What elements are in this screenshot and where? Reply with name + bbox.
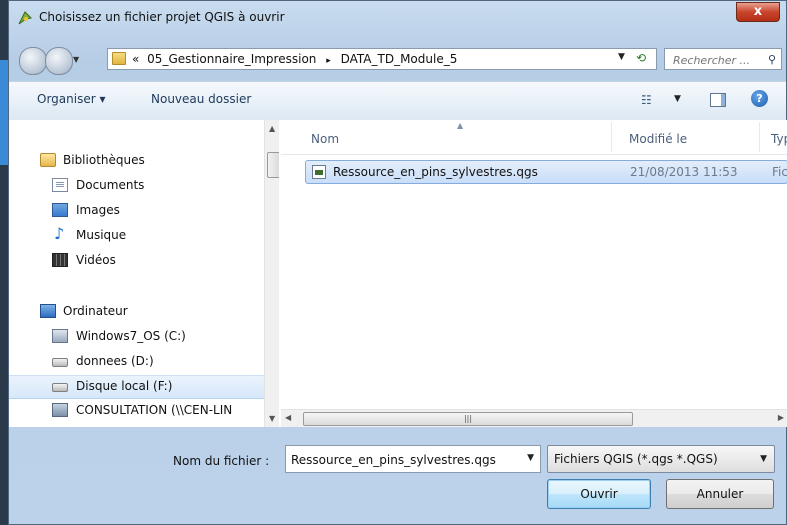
file-list: ▲ Nom Modifié le Typ Ressource_en_pins_s… xyxy=(281,120,787,427)
images-icon xyxy=(52,203,68,217)
library-icon xyxy=(40,153,56,167)
nav-item-label: Musique xyxy=(76,228,127,242)
close-button[interactable]: x xyxy=(736,2,780,22)
window-title: Choisissez un fichier projet QGIS à ouvr… xyxy=(39,10,285,24)
organize-button[interactable]: Organiser ▾ xyxy=(37,92,105,106)
filename-history-chevron-icon[interactable]: ▼ xyxy=(527,453,534,463)
view-options-chevron-icon[interactable]: ▼ xyxy=(674,94,681,104)
column-divider[interactable] xyxy=(759,122,760,152)
refresh-icon[interactable]: ⟲ xyxy=(636,51,654,67)
breadcrumb-overflow[interactable]: « xyxy=(132,52,139,66)
column-header-modified[interactable]: Modifié le xyxy=(629,132,687,146)
nav-item-drive-f[interactable]: Disque local (F:) xyxy=(9,375,264,399)
computer-icon xyxy=(40,304,56,318)
nav-item-drive-d[interactable]: donnees (D:) xyxy=(9,351,264,373)
folder-icon xyxy=(112,52,126,65)
qgis-icon xyxy=(18,11,33,25)
column-header-type[interactable]: Typ xyxy=(771,132,787,146)
file-type: Fich xyxy=(772,165,787,179)
scroll-left-icon[interactable]: ◀ xyxy=(285,413,291,422)
nav-item-label: Windows7_OS (C:) xyxy=(76,329,186,343)
nav-item-label: donnees (D:) xyxy=(76,354,154,368)
recent-locations-chevron-icon[interactable]: ▼ xyxy=(73,55,79,64)
column-headers: ▲ Nom Modifié le Typ xyxy=(281,120,787,155)
nav-item-drive-c[interactable]: Windows7_OS (C:) xyxy=(9,326,264,348)
column-header-name[interactable]: Nom xyxy=(311,132,339,146)
nav-item-computer[interactable]: Ordinateur xyxy=(9,301,264,323)
nav-item-label: Documents xyxy=(76,178,145,192)
preview-pane-icon[interactable] xyxy=(710,93,726,107)
address-bar[interactable]: « 05_Gestionnaire_Impression ▸ DATA_TD_M… xyxy=(107,48,657,70)
nav-item-label: Bibliothèques xyxy=(63,153,145,167)
title-bar[interactable]: Choisissez un fichier projet QGIS à ouvr… xyxy=(9,1,786,35)
videos-icon xyxy=(52,253,68,267)
forward-button[interactable] xyxy=(45,47,73,75)
address-row: ▼ « 05_Gestionnaire_Impression ▸ DATA_TD… xyxy=(9,41,786,77)
back-button[interactable] xyxy=(19,47,47,75)
scroll-right-icon[interactable]: ▶ xyxy=(778,413,784,422)
filetype-value: Fichiers QGIS (*.qgs *.QGS) xyxy=(554,452,718,466)
nav-item-label: Ordinateur xyxy=(63,304,128,318)
file-row[interactable]: Ressource_en_pins_sylvestres.qgs 21/08/2… xyxy=(305,160,787,184)
open-file-dialog: Choisissez un fichier projet QGIS à ouvr… xyxy=(8,0,787,525)
search-icon[interactable]: ⚲ xyxy=(768,53,776,66)
nav-item-label: Vidéos xyxy=(76,253,116,267)
drive-icon xyxy=(52,358,68,367)
nav-item-label: Images xyxy=(76,203,120,217)
filename-label: Nom du fichier : xyxy=(173,454,270,468)
new-folder-button[interactable]: Nouveau dossier xyxy=(151,92,251,106)
filetype-select[interactable]: Fichiers QGIS (*.qgs *.QGS) ▼ xyxy=(547,445,775,473)
help-icon[interactable]: ? xyxy=(751,90,768,107)
cancel-button[interactable]: Annuler xyxy=(666,479,774,509)
network-drive-icon xyxy=(52,403,68,417)
file-name: Ressource_en_pins_sylvestres.qgs xyxy=(333,165,538,179)
qgs-file-icon xyxy=(312,165,326,179)
breadcrumb-separator[interactable]: ▸ xyxy=(326,56,331,66)
breadcrumb-item[interactable]: 05_Gestionnaire_Impression xyxy=(147,52,316,66)
view-options-icon[interactable]: ☷ xyxy=(641,93,652,107)
scroll-up-icon[interactable]: ▲ xyxy=(269,124,275,133)
nav-item-documents[interactable]: Documents xyxy=(9,175,264,197)
search-input[interactable] xyxy=(671,50,763,70)
music-icon xyxy=(52,224,68,243)
filename-input[interactable] xyxy=(289,448,515,472)
scroll-thumb[interactable]: ||| xyxy=(303,412,633,426)
sort-ascending-icon: ▲ xyxy=(457,121,464,130)
scroll-down-icon[interactable]: ▼ xyxy=(269,414,275,423)
nav-item-label: Disque local (F:) xyxy=(76,379,173,393)
nav-item-videos[interactable]: Vidéos xyxy=(9,250,264,272)
drive-icon xyxy=(52,383,68,392)
breadcrumb-item[interactable]: DATA_TD_Module_5 xyxy=(341,52,458,66)
documents-icon xyxy=(52,178,68,192)
horizontal-scrollbar[interactable]: ◀ ||| ▶ xyxy=(281,409,787,427)
nav-item-images[interactable]: Images xyxy=(9,200,264,222)
chevron-down-icon: ▼ xyxy=(760,454,767,464)
nav-item-label: CONSULTATION (\\CEN-LIN xyxy=(76,403,233,417)
scroll-thumb[interactable] xyxy=(267,152,279,178)
search-box: ⚲ xyxy=(664,48,782,70)
navigation-pane: Bibliothèques Documents Images Musique V… xyxy=(9,120,279,427)
breadcrumb: « 05_Gestionnaire_Impression ▸ DATA_TD_M… xyxy=(132,52,457,66)
nav-item-network-drive[interactable]: CONSULTATION (\\CEN-LIN xyxy=(9,400,264,422)
filename-combobox: ▼ xyxy=(285,445,541,473)
nav-item-libraries[interactable]: Bibliothèques xyxy=(9,150,264,172)
open-button[interactable]: Ouvrir xyxy=(547,479,651,509)
address-history-chevron-icon[interactable]: ▼ xyxy=(618,52,625,62)
dialog-body: Bibliothèques Documents Images Musique V… xyxy=(9,120,787,427)
column-divider[interactable] xyxy=(611,122,612,152)
command-bar: Organiser ▾ Nouveau dossier ☷ ▼ ? xyxy=(9,81,786,121)
navigation-scrollbar[interactable]: ▲ ▼ xyxy=(264,120,279,427)
os-drive-icon xyxy=(52,329,68,343)
nav-item-music[interactable]: Musique xyxy=(9,224,264,247)
file-modified: 21/08/2013 11:53 xyxy=(630,165,738,179)
